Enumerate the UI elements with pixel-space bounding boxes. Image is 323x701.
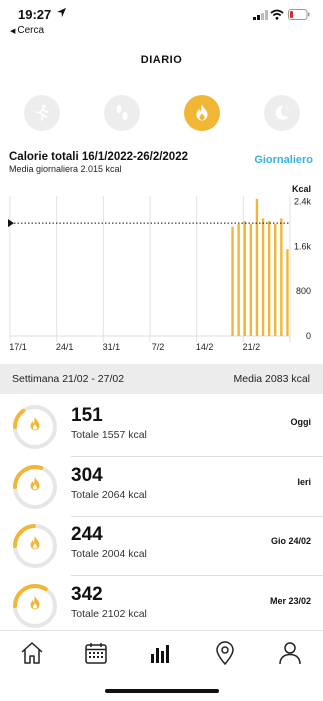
calorie-progress-ring <box>13 405 57 449</box>
tab-steps[interactable] <box>104 95 140 131</box>
steps-icon <box>116 105 128 120</box>
day-row[interactable]: 151 Totale 1557 kcal Oggi <box>0 398 323 457</box>
chart-bar <box>267 221 271 336</box>
average-marker-icon <box>8 219 14 228</box>
summary-title: Calorie totali 16/1/2022-26/2/2022 <box>9 151 188 163</box>
location-pin-icon[interactable] <box>212 640 238 666</box>
calories-flame-icon <box>30 417 40 431</box>
day-total-calories: Totale 2004 kcal <box>71 548 147 560</box>
y-tick-label: 800 <box>296 286 311 296</box>
page-title: DIARIO <box>140 54 183 66</box>
day-row[interactable]: 244 Totale 2004 kcal Gio 24/02 <box>0 517 323 576</box>
chart-bar <box>255 198 259 336</box>
x-tick-label: 24/1 <box>56 342 74 352</box>
chart-bar <box>237 224 240 336</box>
y-tick-label: 2.4k <box>294 197 312 207</box>
chart-bar <box>274 224 277 336</box>
chart-bar <box>286 249 289 336</box>
week-header: Settimana 21/02 - 27/02 Media 2083 kcal <box>0 364 323 394</box>
home-icon[interactable] <box>19 640 45 666</box>
back-triangle-icon: ◀ <box>10 28 16 35</box>
battery-low-icon <box>288 9 310 20</box>
day-label: Oggi <box>290 417 312 427</box>
day-total-calories: Totale 2102 kcal <box>71 607 147 620</box>
day-total-calories: Totale 1557 kcal <box>71 429 147 441</box>
day-label: Mer 23/02 <box>269 595 311 606</box>
x-tick-label: 21/2 <box>243 342 261 352</box>
wifi-icon <box>270 9 284 20</box>
running-icon <box>35 104 49 121</box>
tab-running[interactable] <box>24 95 60 131</box>
back-label: Cerca <box>17 25 45 36</box>
day-label: Ieri <box>297 476 311 487</box>
week-average: Media 2083 kcal <box>233 373 310 385</box>
calorie-progress-ring <box>13 524 57 568</box>
calories-chart: Kcal 17/1 24/1 31/1 7/2 14/2 21/2 2.4k 1.6k 800 0 <box>8 184 312 352</box>
calories-flame-icon <box>196 104 208 121</box>
profile-icon[interactable] <box>277 640 303 666</box>
tab-sleep[interactable] <box>264 95 300 131</box>
day-active-calories: 342 <box>71 583 103 605</box>
calories-flame-icon <box>30 536 40 550</box>
summary-daily-average: Media giornaliera 2.015 kcal <box>9 164 122 174</box>
x-tick-label: 31/1 <box>103 342 121 352</box>
y-tick-label: 0 <box>306 331 311 341</box>
location-arrow-icon <box>56 7 67 18</box>
chart-bar <box>261 218 265 336</box>
calories-flame-icon <box>30 476 40 490</box>
sleep-moon-icon <box>275 105 290 120</box>
calorie-progress-ring <box>13 464 57 509</box>
calendar-icon[interactable] <box>83 640 109 666</box>
status-time: 19:27 <box>18 7 52 22</box>
day-total-calories: Totale 2064 kcal <box>71 488 147 501</box>
cellular-signal-icon <box>253 10 268 20</box>
day-active-calories: 244 <box>71 524 103 545</box>
home-indicator <box>105 689 219 693</box>
x-tick-label: 7/2 <box>152 342 165 352</box>
period-selector[interactable]: Giornaliero <box>254 154 313 166</box>
calories-flame-icon <box>30 595 40 609</box>
chart-bar <box>249 224 253 336</box>
day-active-calories: 304 <box>71 464 103 486</box>
x-tick-label: 14/2 <box>196 342 214 352</box>
statistics-icon[interactable] <box>148 640 174 666</box>
day-row[interactable]: 304 Totale 2064 kcal Ieri <box>0 458 323 517</box>
week-range: Settimana 21/02 - 27/02 <box>12 373 125 385</box>
status-bar: 19:27 ◀ Cerca <box>0 0 323 38</box>
chart-bar <box>231 226 234 336</box>
chart-bar <box>243 221 246 336</box>
calorie-progress-ring <box>13 583 57 628</box>
back-to-search-link[interactable]: ◀ Cerca <box>10 25 44 36</box>
day-label: Gio 24/02 <box>270 536 311 546</box>
tab-calories[interactable] <box>184 95 220 131</box>
x-tick-label: 17/1 <box>9 342 27 352</box>
chart-bar <box>280 218 283 336</box>
y-axis-label: Kcal <box>292 184 311 194</box>
y-tick-label: 1.6k <box>294 241 312 251</box>
day-row[interactable]: 342 Totale 2102 kcal Mer 23/02 <box>0 577 323 636</box>
day-active-calories: 151 <box>71 405 103 426</box>
